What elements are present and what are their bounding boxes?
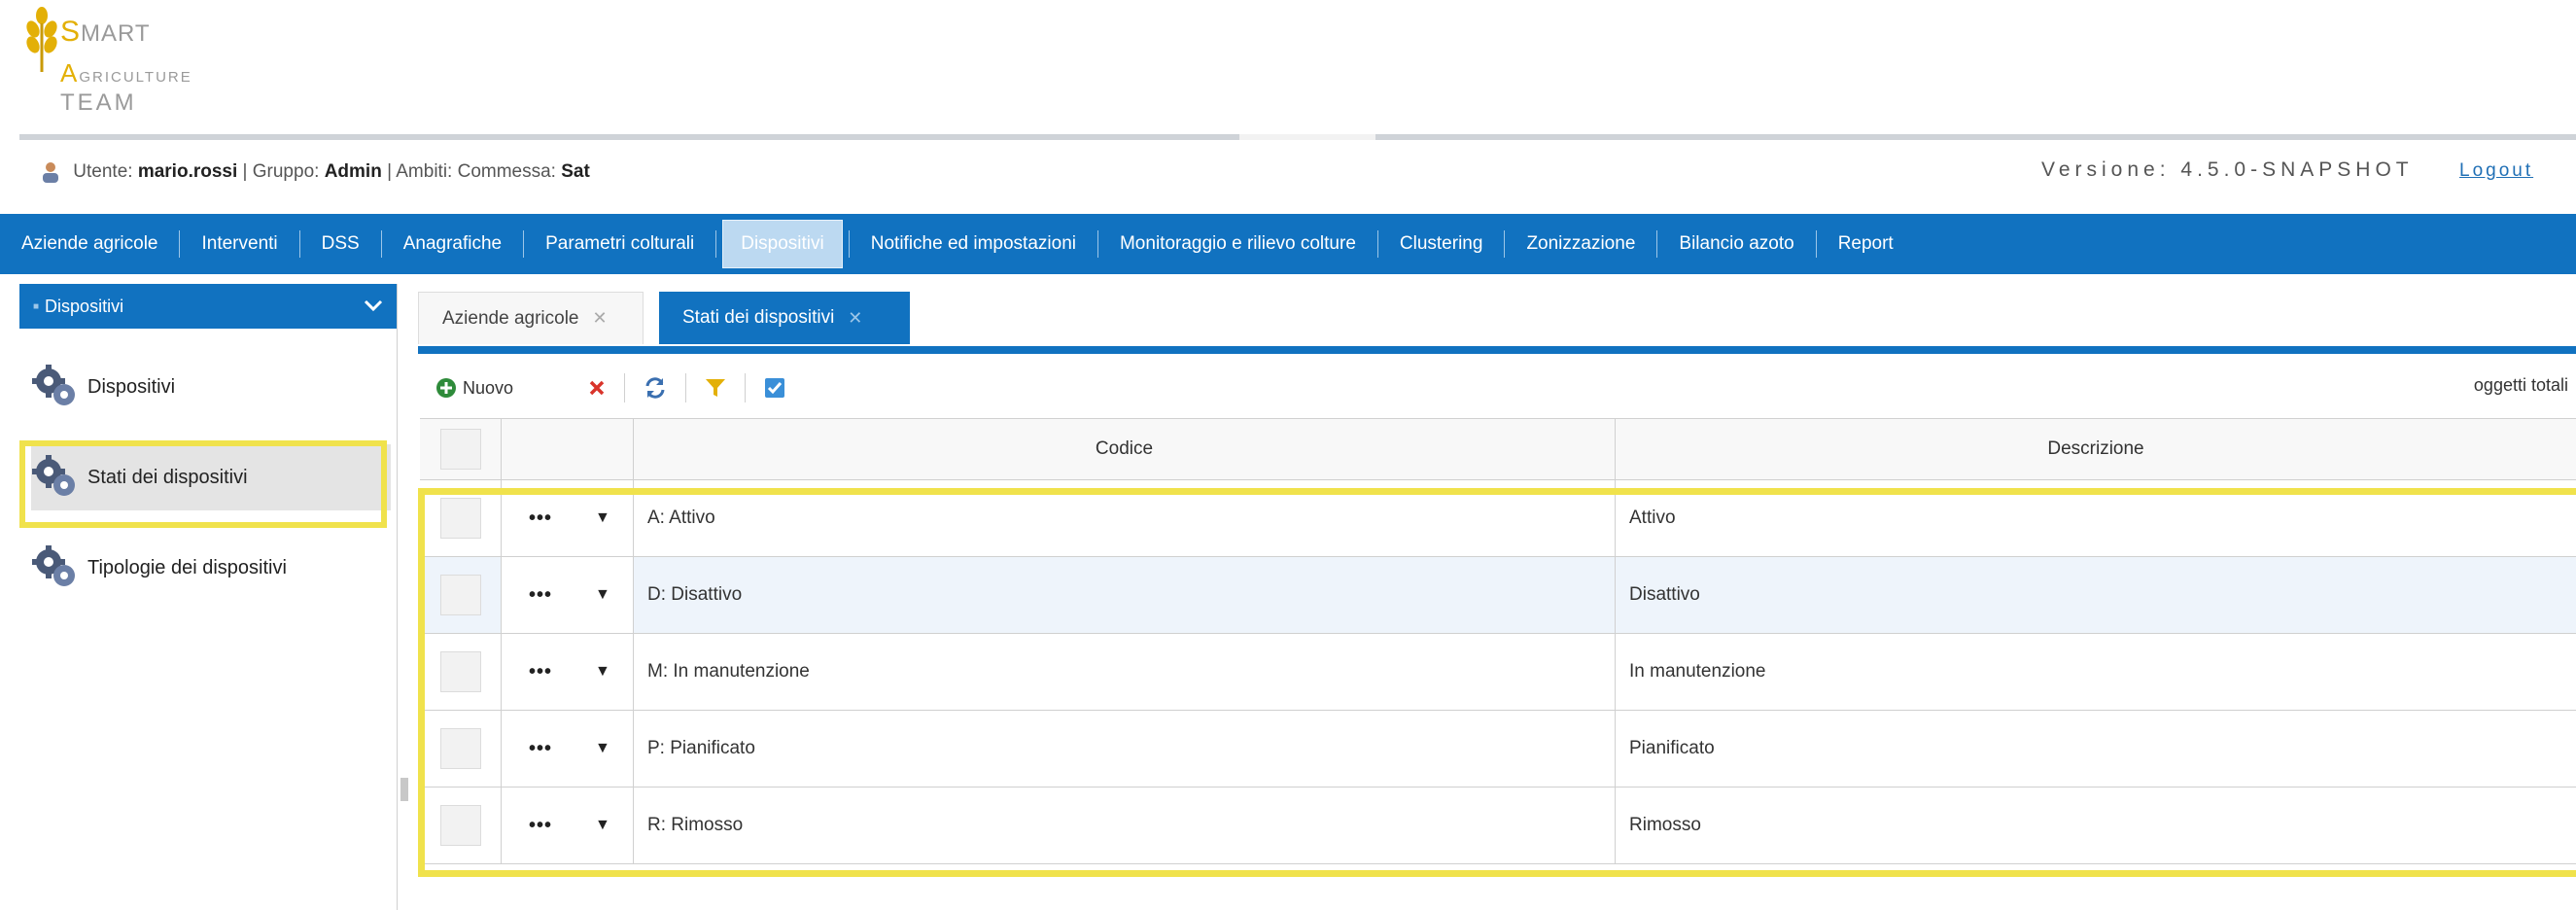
- checkbox-icon: [765, 378, 785, 398]
- close-icon[interactable]: ✕: [592, 308, 607, 329]
- add-icon: [436, 378, 456, 398]
- tab-aziende-agricole[interactable]: Aziende agricole ✕: [418, 292, 644, 344]
- grid-toolbar: Nuovo oggetti totali: [418, 360, 2576, 416]
- header-collapse-handle[interactable]: [1239, 134, 1375, 140]
- nav-zonizzazione[interactable]: Zonizzazione: [1505, 214, 1656, 274]
- sidebar-highlight-box: [19, 440, 387, 528]
- wheat-logo-icon: [26, 7, 57, 72]
- user-label: Utente:: [73, 161, 133, 183]
- user-icon: [43, 162, 58, 183]
- nav-parametri-colturali[interactable]: Parametri colturali: [524, 214, 715, 274]
- column-header-descrizione[interactable]: Descrizione: [1616, 419, 2576, 479]
- sidebar-header-bullet: ■: [33, 300, 40, 312]
- scope-label: | Ambiti: Commessa:: [387, 161, 556, 183]
- version-label: Versione: 4.5.0-SNAPSHOT: [2041, 158, 2414, 181]
- select-toggle-button[interactable]: [746, 368, 804, 408]
- select-all-checkbox[interactable]: [439, 429, 481, 470]
- nav-notifiche[interactable]: Notifiche ed impostazioni: [850, 214, 1097, 274]
- nav-report[interactable]: Report: [1817, 214, 1915, 274]
- main-nav: Aziende agricole Interventi DSS Anagrafi…: [0, 214, 2576, 274]
- new-button-label: Nuovo: [463, 377, 514, 398]
- gear-icon: [32, 365, 75, 405]
- sidebar-item-tipologie-dispositivi[interactable]: Tipologie dei dispositivi: [31, 535, 391, 601]
- nav-anagrafiche[interactable]: Anagrafiche: [382, 214, 523, 274]
- user-name: mario.rossi: [137, 161, 238, 183]
- tab-strip: Aziende agricole ✕ Stati dei dispositivi…: [418, 284, 2576, 354]
- chevron-down-icon[interactable]: [364, 297, 383, 317]
- scope-name: Sat: [561, 161, 590, 183]
- nav-aziende-agricole[interactable]: Aziende agricole: [0, 214, 179, 274]
- column-header-codice[interactable]: Codice: [634, 419, 1616, 479]
- total-objects-label: oggetti totali: [2473, 375, 2568, 395]
- nav-dss[interactable]: DSS: [300, 214, 381, 274]
- filter-button[interactable]: [686, 368, 745, 408]
- nav-separator: [715, 230, 717, 258]
- logo-line-2: AGRICULTURE: [60, 58, 192, 88]
- user-info-bar: Utente: mario.rossi | Gruppo: Admin | Am…: [41, 161, 590, 183]
- actions-header-cell: [502, 419, 634, 479]
- logo-line-1: SMART: [60, 16, 151, 48]
- nav-interventi[interactable]: Interventi: [180, 214, 298, 274]
- new-button[interactable]: Nuovo: [418, 368, 531, 408]
- logo-line-3: TEAM: [60, 89, 137, 116]
- group-name: Admin: [324, 161, 382, 183]
- sidebar-item-dispositivi[interactable]: Dispositivi: [31, 354, 391, 420]
- sidebar: ■ Dispositivi Dispositivi Stati dei disp…: [19, 284, 398, 910]
- sidebar-header-label: Dispositivi: [45, 296, 124, 316]
- nav-monitoraggio[interactable]: Monitoraggio e rilievo colture: [1098, 214, 1377, 274]
- grid-highlight-box: [418, 488, 2576, 877]
- app-logo: SMART AGRICULTURE TEAM: [21, 6, 255, 121]
- delete-button[interactable]: [570, 368, 624, 408]
- tab-label: Aziende agricole: [442, 307, 579, 329]
- tab-label: Stati dei dispositivi: [682, 307, 835, 328]
- tab-stati-dispositivi[interactable]: Stati dei dispositivi ✕: [659, 292, 910, 344]
- grid-header-row: Codice Descrizione: [420, 419, 2576, 480]
- nav-dispositivi[interactable]: Dispositivi: [722, 220, 843, 268]
- refresh-icon: [645, 377, 665, 399]
- group-label: | Gruppo:: [242, 161, 320, 183]
- logout-link[interactable]: Logout: [2459, 160, 2533, 182]
- refresh-button[interactable]: [625, 368, 685, 408]
- gear-icon: [32, 545, 75, 586]
- sidebar-resize-handle[interactable]: [400, 778, 408, 801]
- nav-bilancio-azoto[interactable]: Bilancio azoto: [1657, 214, 1815, 274]
- sidebar-header[interactable]: ■ Dispositivi: [19, 284, 397, 329]
- filter-icon: [706, 379, 726, 397]
- delete-icon: [589, 380, 605, 396]
- sidebar-item-label: Dispositivi: [87, 375, 176, 398]
- sidebar-item-label: Tipologie dei dispositivi: [87, 556, 287, 578]
- select-all-cell: [420, 419, 502, 479]
- close-icon[interactable]: ✕: [848, 308, 862, 329]
- nav-clustering[interactable]: Clustering: [1378, 214, 1505, 274]
